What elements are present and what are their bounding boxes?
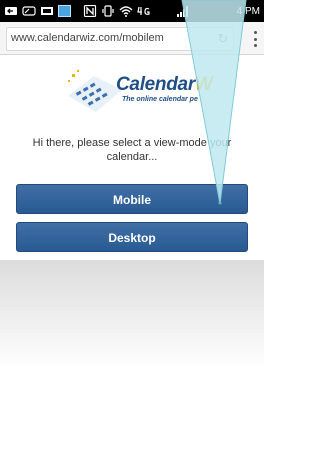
overflow-menu-icon[interactable]	[252, 31, 258, 47]
logo-tagline: The online calendar pe	[122, 96, 198, 103]
status-left-icons	[4, 3, 151, 19]
url-text: www.calendarwiz.com/mobilem	[11, 32, 164, 44]
page-footer-gradient	[0, 260, 264, 370]
logo-name: CalendarW	[116, 74, 213, 96]
image-icon	[58, 5, 71, 17]
calendarwiz-logo: CalendarW The online calendar pe	[64, 66, 264, 112]
wifi-icon	[119, 6, 133, 17]
logo-name-accent: W	[194, 74, 213, 95]
vibrate-icon	[102, 5, 114, 17]
back-arrow-icon	[5, 7, 17, 15]
status-right: 4 PM	[177, 3, 260, 19]
status-bar: 4 PM	[0, 0, 264, 22]
logo-calendar-grid-icon	[68, 70, 122, 112]
voicemail-icon	[22, 6, 36, 16]
4g-icon	[137, 6, 150, 15]
desktop-view-button[interactable]: Desktop	[16, 222, 248, 252]
status-time: 4 PM	[236, 5, 260, 17]
intro-text: Hi there, please select a view-mode your…	[32, 137, 232, 163]
reload-icon[interactable]: ↻	[215, 31, 231, 47]
url-input[interactable]: www.calendarwiz.com/mobilem ↻	[6, 27, 234, 51]
signal-icon	[177, 6, 188, 17]
nfc-icon	[83, 5, 97, 17]
mobile-view-button[interactable]: Mobile	[16, 184, 248, 214]
gallery-icon	[41, 7, 53, 15]
browser-toolbar: www.calendarwiz.com/mobilem ↻	[0, 22, 264, 55]
logo-name-main: Calendar	[116, 74, 195, 95]
